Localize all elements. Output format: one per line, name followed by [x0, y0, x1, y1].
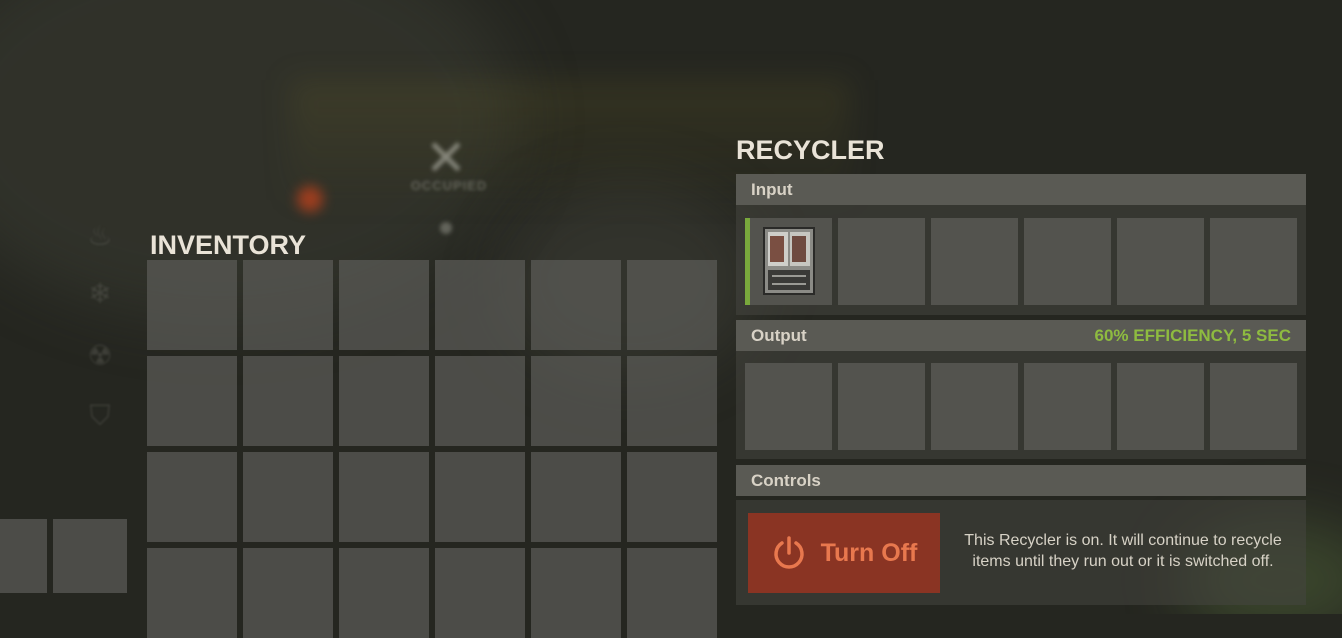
inventory-slot[interactable]	[531, 452, 621, 542]
output-slot[interactable]	[1024, 363, 1111, 450]
occupied-x-icon: ✕	[425, 130, 467, 186]
inventory-slot[interactable]	[243, 260, 333, 350]
output-slot[interactable]	[1117, 363, 1204, 450]
inventory-slot[interactable]	[627, 260, 717, 350]
input-slot[interactable]	[1117, 218, 1204, 305]
shirt-icon: ⛉	[89, 400, 111, 431]
inventory-slot[interactable]	[147, 548, 237, 638]
inventory-slot[interactable]	[339, 452, 429, 542]
blurred-light	[297, 186, 323, 212]
belt-slot[interactable]	[53, 519, 127, 593]
input-slots	[745, 218, 1297, 305]
output-slot[interactable]	[931, 363, 1018, 450]
input-slot[interactable]	[1210, 218, 1297, 305]
inventory-title: INVENTORY	[150, 230, 307, 260]
recycler-status-text: This Recycler is on. It will continue to…	[964, 532, 1282, 570]
occupied-label: OCCUPIED	[410, 178, 488, 193]
efficiency-readout: 60% EFFICIENCY, 5 SEC	[1094, 325, 1291, 345]
output-label: Output	[751, 325, 807, 345]
output-slots	[745, 363, 1297, 450]
inventory-slot[interactable]	[147, 356, 237, 446]
inventory-slot[interactable]	[531, 356, 621, 446]
input-label: Input	[751, 179, 793, 199]
output-header: Output 60% EFFICIENCY, 5 SEC	[736, 320, 1306, 351]
inventory-slot[interactable]	[435, 548, 525, 638]
controls-header: Controls	[736, 465, 1306, 496]
output-slot[interactable]	[745, 363, 832, 450]
input-slot[interactable]	[745, 218, 832, 305]
inventory-slot[interactable]	[147, 260, 237, 350]
blurred-dot	[440, 222, 452, 234]
inventory-slot[interactable]	[147, 452, 237, 542]
output-slot[interactable]	[1210, 363, 1297, 450]
inventory-slot[interactable]	[531, 260, 621, 350]
inventory-slot[interactable]	[243, 548, 333, 638]
turn-off-button[interactable]: Turn Off	[748, 513, 940, 593]
cabinet-icon	[763, 227, 815, 295]
inventory-slot[interactable]	[627, 356, 717, 446]
inventory-slot[interactable]	[339, 356, 429, 446]
belt-slot[interactable]	[0, 519, 47, 593]
input-header: Input	[736, 174, 1306, 205]
recycler-title: RECYCLER	[736, 135, 885, 165]
input-slot[interactable]	[838, 218, 925, 305]
inventory-slot[interactable]	[243, 356, 333, 446]
inventory-slot[interactable]	[243, 452, 333, 542]
inventory-slot[interactable]	[339, 548, 429, 638]
inventory-slot[interactable]	[435, 260, 525, 350]
output-slot[interactable]	[838, 363, 925, 450]
fire-icon: ♨	[87, 220, 113, 251]
turn-off-label: Turn Off	[820, 538, 918, 567]
power-icon	[773, 536, 804, 569]
inventory-slot[interactable]	[627, 548, 717, 638]
input-slot[interactable]	[931, 218, 1018, 305]
inventory-slot[interactable]	[435, 452, 525, 542]
inventory-slot[interactable]	[531, 548, 621, 638]
input-slot[interactable]	[1024, 218, 1111, 305]
snowflake-icon: ❄	[88, 278, 112, 309]
inventory-slot[interactable]	[339, 260, 429, 350]
controls-label: Controls	[751, 470, 821, 490]
inventory-slot[interactable]	[435, 356, 525, 446]
inventory-slot[interactable]	[627, 452, 717, 542]
radiation-icon: ☢	[87, 340, 113, 371]
inventory-grid	[147, 260, 717, 638]
